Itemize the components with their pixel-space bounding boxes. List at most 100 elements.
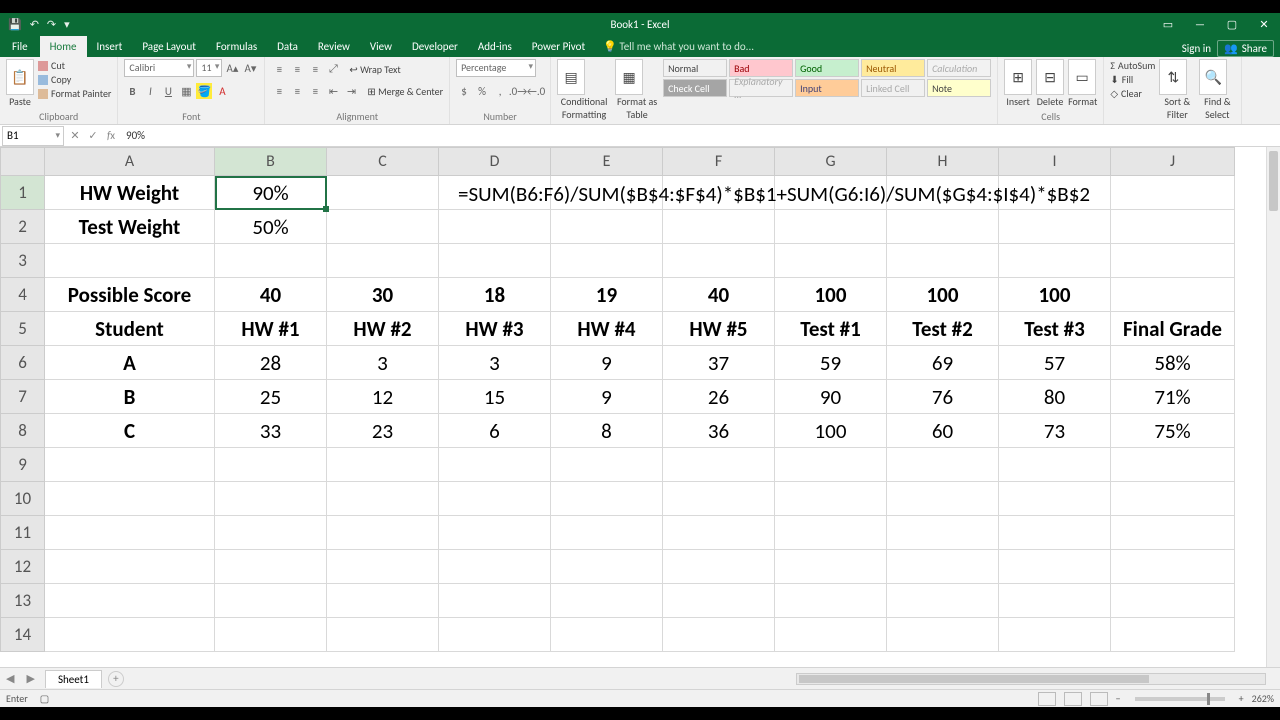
tab-review[interactable]: Review bbox=[308, 36, 360, 57]
cell[interactable] bbox=[887, 584, 999, 618]
cell[interactable] bbox=[45, 618, 215, 652]
cell[interactable]: Student bbox=[45, 312, 215, 346]
format-as-table-icon[interactable]: ▦ bbox=[615, 59, 643, 95]
align-center-icon[interactable]: ≡ bbox=[289, 83, 305, 99]
cell[interactable]: 25 bbox=[215, 380, 327, 414]
cell[interactable]: 75% bbox=[1111, 414, 1235, 448]
cell[interactable] bbox=[215, 448, 327, 482]
style-input[interactable]: Input bbox=[795, 79, 859, 97]
cell[interactable] bbox=[551, 448, 663, 482]
cell[interactable]: 3 bbox=[327, 346, 439, 380]
decrease-font-icon[interactable]: A▾ bbox=[242, 60, 258, 76]
cell[interactable] bbox=[1111, 448, 1235, 482]
cell[interactable]: 100 bbox=[887, 278, 999, 312]
conditional-formatting-icon[interactable]: ▤ bbox=[557, 59, 585, 95]
cell[interactable] bbox=[439, 448, 551, 482]
redo-icon[interactable]: ↷ bbox=[47, 18, 56, 31]
row-header[interactable]: 11 bbox=[1, 516, 45, 550]
column-header[interactable]: F bbox=[663, 148, 775, 176]
cell[interactable] bbox=[551, 244, 663, 278]
cell[interactable] bbox=[215, 516, 327, 550]
cell[interactable] bbox=[327, 448, 439, 482]
tab-formulas[interactable]: Formulas bbox=[206, 36, 267, 57]
paste-icon[interactable]: 📋 bbox=[6, 59, 34, 95]
cell[interactable]: Test Weight bbox=[45, 210, 215, 244]
cell[interactable]: 40 bbox=[663, 278, 775, 312]
cell[interactable] bbox=[439, 176, 551, 210]
cell[interactable] bbox=[663, 618, 775, 652]
formula-input[interactable]: 90% bbox=[120, 129, 1280, 142]
cell[interactable] bbox=[551, 550, 663, 584]
cell[interactable]: 40 bbox=[215, 278, 327, 312]
cell[interactable]: 15 bbox=[439, 380, 551, 414]
tell-me-search[interactable]: 💡 Tell me what you want to do... bbox=[595, 36, 762, 57]
cell[interactable]: 8 bbox=[551, 414, 663, 448]
name-box[interactable]: B1 bbox=[2, 126, 64, 146]
cell[interactable] bbox=[327, 210, 439, 244]
tab-addins[interactable]: Add-ins bbox=[468, 36, 522, 57]
row-header[interactable]: 14 bbox=[1, 618, 45, 652]
font-name-combo[interactable]: Calibri bbox=[124, 59, 194, 77]
cell[interactable]: HW #4 bbox=[551, 312, 663, 346]
column-header[interactable]: E bbox=[551, 148, 663, 176]
cell[interactable]: 100 bbox=[999, 278, 1111, 312]
tab-home[interactable]: Home bbox=[40, 36, 87, 57]
cell[interactable] bbox=[215, 618, 327, 652]
close-icon[interactable]: ✕ bbox=[1248, 13, 1280, 35]
cell[interactable] bbox=[45, 550, 215, 584]
align-top-icon[interactable]: ≡ bbox=[271, 61, 287, 77]
cell[interactable] bbox=[215, 584, 327, 618]
cell[interactable] bbox=[327, 482, 439, 516]
cell[interactable] bbox=[999, 618, 1111, 652]
cell[interactable] bbox=[775, 550, 887, 584]
cell[interactable] bbox=[775, 618, 887, 652]
cell[interactable]: A bbox=[45, 346, 215, 380]
cell[interactable]: 33 bbox=[215, 414, 327, 448]
column-header[interactable]: C bbox=[327, 148, 439, 176]
cell[interactable] bbox=[999, 244, 1111, 278]
cell[interactable] bbox=[663, 516, 775, 550]
fx-icon[interactable]: fx bbox=[102, 129, 120, 142]
cell[interactable] bbox=[1111, 550, 1235, 584]
cell[interactable] bbox=[775, 584, 887, 618]
cell[interactable] bbox=[999, 176, 1111, 210]
row-header[interactable]: 6 bbox=[1, 346, 45, 380]
cell[interactable]: C bbox=[45, 414, 215, 448]
cell[interactable]: 9 bbox=[551, 346, 663, 380]
row-header[interactable]: 10 bbox=[1, 482, 45, 516]
tab-data[interactable]: Data bbox=[267, 36, 308, 57]
cell[interactable]: B bbox=[45, 380, 215, 414]
vertical-scrollbar[interactable] bbox=[1266, 147, 1280, 667]
cell[interactable]: 69 bbox=[887, 346, 999, 380]
cell[interactable] bbox=[775, 482, 887, 516]
style-explanatory[interactable]: Explanatory ... bbox=[729, 79, 793, 97]
italic-button[interactable]: I bbox=[142, 83, 158, 99]
cell[interactable] bbox=[551, 176, 663, 210]
row-header[interactable]: 4 bbox=[1, 278, 45, 312]
cell[interactable] bbox=[439, 482, 551, 516]
cell[interactable] bbox=[999, 210, 1111, 244]
tab-developer[interactable]: Developer bbox=[402, 36, 468, 57]
cell[interactable] bbox=[887, 448, 999, 482]
cell[interactable]: 71% bbox=[1111, 380, 1235, 414]
share-button[interactable]: 👥 Share bbox=[1217, 40, 1274, 57]
find-select-icon[interactable]: 🔍 bbox=[1199, 59, 1227, 95]
row-header[interactable]: 8 bbox=[1, 414, 45, 448]
tab-insert[interactable]: Insert bbox=[87, 36, 133, 57]
row-header[interactable]: 2 bbox=[1, 210, 45, 244]
row-header[interactable]: 3 bbox=[1, 244, 45, 278]
style-check-cell[interactable]: Check Cell bbox=[663, 79, 727, 97]
cell[interactable] bbox=[663, 210, 775, 244]
cell[interactable] bbox=[887, 550, 999, 584]
cell[interactable] bbox=[1111, 584, 1235, 618]
cell[interactable] bbox=[439, 244, 551, 278]
style-linked-cell[interactable]: Linked Cell bbox=[861, 79, 925, 97]
cell[interactable]: Final Grade bbox=[1111, 312, 1235, 346]
cell[interactable]: 37 bbox=[663, 346, 775, 380]
cell[interactable] bbox=[439, 550, 551, 584]
cell[interactable] bbox=[551, 516, 663, 550]
cell[interactable] bbox=[551, 584, 663, 618]
cell[interactable] bbox=[439, 210, 551, 244]
cell[interactable] bbox=[1111, 618, 1235, 652]
minimize-icon[interactable]: — bbox=[1184, 13, 1216, 35]
